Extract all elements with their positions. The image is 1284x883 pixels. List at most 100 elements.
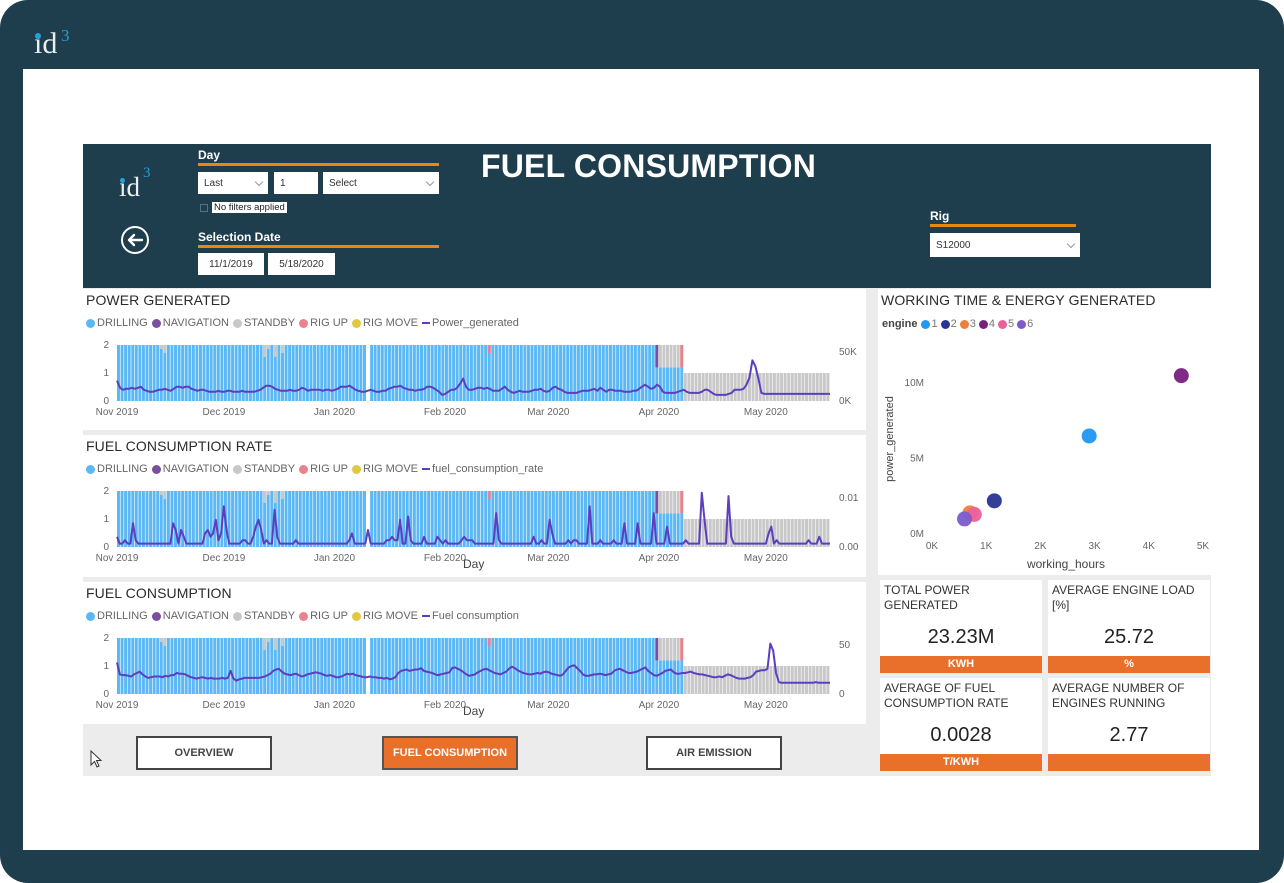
bar-drilling [452, 638, 456, 694]
bar-drilling [484, 491, 488, 547]
bar-drilling [245, 638, 249, 694]
bar-standby [805, 373, 809, 401]
bar-standby [797, 373, 801, 401]
bar-drilling [516, 638, 520, 694]
bar-standby [708, 666, 712, 694]
bar-drilling [295, 638, 299, 694]
app-frame: id 3 id 3 Day Last 1 Select No filters a… [0, 0, 1284, 883]
x-axis-title: Day [463, 704, 485, 718]
bar-drilling [159, 638, 163, 694]
bar-drilling [163, 638, 167, 694]
x-tick-label: Apr 2020 [639, 553, 680, 564]
bar-drilling [138, 345, 142, 401]
bar-drilling [152, 491, 156, 547]
brand-logo: id 3 [34, 26, 70, 62]
bar-drilling [370, 345, 374, 401]
bar-drilling [537, 345, 541, 401]
fuel-consumption-button[interactable]: FUEL CONSUMPTION [382, 736, 518, 770]
bar-standby [780, 666, 784, 694]
day-mode-dropdown[interactable]: Last [198, 172, 268, 194]
bar-drilling [473, 491, 477, 547]
bar-drilling [526, 491, 530, 547]
bar-rig-up [487, 638, 491, 646]
scatter-point-engine-4[interactable] [1173, 368, 1189, 384]
bar-drilling [152, 638, 156, 694]
bar-drilling [298, 491, 302, 547]
bar-drilling [181, 345, 185, 401]
air-emission-button[interactable]: AIR EMISSION [646, 736, 782, 770]
bar-drilling [658, 660, 662, 694]
rig-dropdown[interactable]: S12000 [930, 233, 1080, 257]
rig-slicer-title: Rig [930, 209, 1076, 227]
y-tick-label: 0 [103, 542, 109, 553]
bar-drilling [502, 491, 505, 547]
bar-drilling [305, 638, 309, 694]
bar-drilling [124, 491, 128, 547]
bar-drilling [519, 638, 523, 694]
day-count-input[interactable]: 1 [274, 172, 318, 194]
end-date-input[interactable]: 5/18/2020 [268, 253, 335, 275]
bar-drilling [612, 345, 616, 401]
start-date-input[interactable]: 11/1/2019 [198, 253, 264, 275]
bar-standby [666, 345, 669, 368]
bar-drilling [327, 345, 331, 401]
bar-drilling [630, 638, 634, 694]
back-button[interactable] [121, 226, 149, 254]
kpi-fuel-rate: AVERAGE OF FUEL CONSUMPTION RATE 0.0028 … [880, 678, 1042, 771]
bar-standby [662, 345, 666, 368]
bar-drilling [559, 491, 563, 547]
bar-drilling [213, 638, 217, 694]
bar-drilling [402, 638, 406, 694]
bar-standby [163, 491, 167, 499]
bar-standby [266, 491, 270, 495]
bar-standby [769, 373, 773, 401]
bar-drilling [648, 345, 652, 401]
bar-drilling [259, 345, 263, 401]
kpi-value: 0.0028 [930, 724, 992, 746]
bar-drilling [298, 638, 302, 694]
bar-drilling [537, 638, 541, 694]
overview-button[interactable]: OVERVIEW [136, 736, 272, 770]
bar-drilling [633, 345, 637, 401]
kpi-unit: KWH [880, 656, 1042, 673]
scatter-point-engine-1[interactable] [1081, 428, 1097, 444]
bar-drilling [327, 491, 331, 547]
bar-drilling [452, 345, 456, 401]
bar-drilling [587, 345, 591, 401]
bar-drilling [209, 638, 213, 694]
y-tick-label: 1 [103, 514, 109, 525]
bar-standby [708, 373, 712, 401]
kpi-title: AVERAGE ENGINE LOAD [%] [1052, 583, 1195, 612]
bar-drilling [523, 638, 527, 694]
logo-text: id [34, 27, 58, 60]
bar-standby [673, 345, 677, 368]
day-unit-dropdown[interactable]: Select [323, 172, 439, 194]
bar-standby [273, 638, 277, 650]
bar-standby [783, 666, 787, 694]
scatter-point-engine-2[interactable] [986, 493, 1002, 509]
bar-drilling [598, 491, 602, 547]
x-tick-label: Nov 2019 [96, 407, 139, 418]
bar-drilling [234, 638, 238, 694]
bar-drilling [202, 345, 206, 401]
bar-drilling [266, 491, 270, 547]
y-tick-label: 10M [905, 378, 924, 389]
scatter-point-engine-6[interactable] [957, 511, 973, 527]
bar-standby [794, 666, 798, 694]
bar-standby [726, 666, 730, 694]
start-date-value: 11/1/2019 [209, 258, 253, 270]
bar-drilling [644, 491, 648, 547]
day-slicer-title: Day [198, 148, 439, 166]
bar-standby [797, 666, 801, 694]
bar-drilling [423, 345, 427, 401]
x-tick-label: May 2020 [744, 700, 788, 711]
bar-standby [801, 373, 805, 401]
bar-drilling [127, 345, 131, 401]
logo-dot [35, 33, 41, 39]
bar-navigation [655, 491, 659, 514]
bar-drilling [544, 638, 548, 694]
bar-drilling [523, 491, 527, 547]
bar-drilling [284, 638, 288, 694]
bar-drilling [455, 638, 459, 694]
bar-drilling [455, 345, 459, 401]
